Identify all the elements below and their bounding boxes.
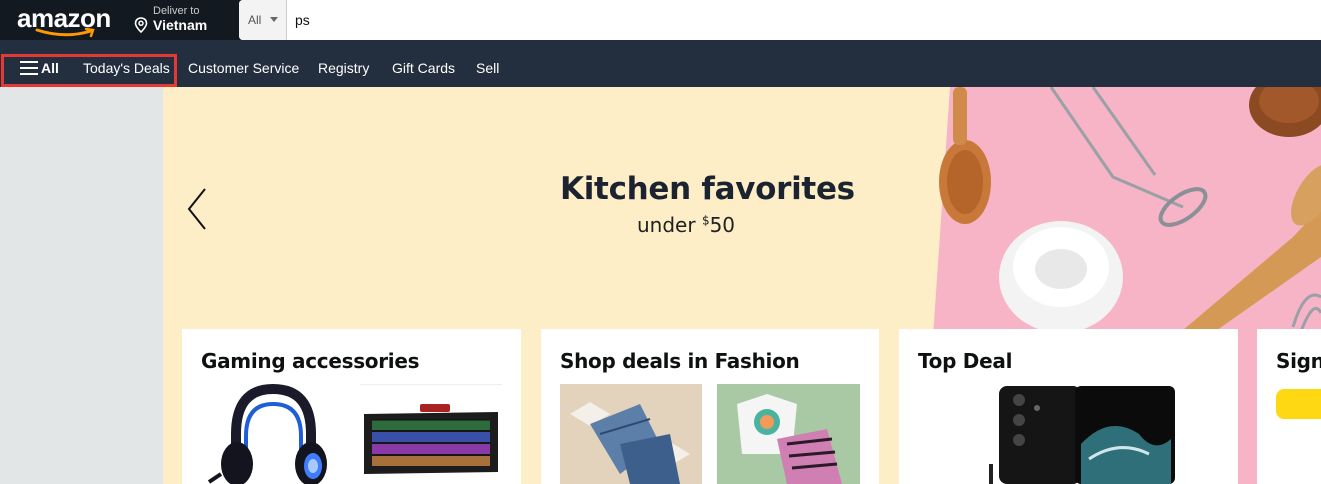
nav-bar: All Today's Deals Customer Service Regis… (0, 40, 1321, 87)
tops-image[interactable] (717, 384, 860, 484)
nav-item-customer-service[interactable]: Customer Service (188, 60, 299, 76)
card-sign-in[interactable]: Sign (1257, 329, 1321, 484)
top-header: amazon Deliver to Vietnam All (0, 0, 1321, 40)
hero-price: 50 (709, 213, 736, 237)
hamburger-menu-icon (20, 61, 38, 75)
nav-item-gift-cards[interactable]: Gift Cards (392, 60, 455, 76)
carousel-prev-icon[interactable] (183, 187, 213, 231)
sign-in-button[interactable] (1276, 389, 1321, 419)
deliver-label: Deliver to (153, 5, 200, 17)
search-category-dropdown[interactable]: All (239, 0, 287, 40)
nav-item-registry[interactable]: Registry (318, 60, 369, 76)
card-top-deal[interactable]: Top Deal (899, 329, 1238, 484)
hero-title: Kitchen favorites (560, 171, 855, 207)
hero-subtitle-prefix: under (637, 213, 702, 237)
card-title: Shop deals in Fashion (560, 349, 800, 373)
deliver-to-location[interactable]: Deliver to Vietnam (134, 5, 230, 35)
logo-smile-icon (35, 28, 95, 38)
card-title: Sign (1276, 349, 1321, 373)
jeans-image[interactable] (560, 384, 702, 484)
card-gaming-accessories[interactable]: Gaming accessories (182, 329, 521, 484)
nav-item-sell[interactable]: Sell (476, 60, 499, 76)
hero-subtitle: under $50 (637, 213, 735, 237)
card-title: Gaming accessories (201, 349, 420, 373)
phone-image[interactable] (989, 384, 1179, 484)
location-pin-icon (134, 17, 148, 33)
caret-down-icon (270, 17, 278, 22)
deliver-location: Vietnam (153, 17, 208, 33)
search-input[interactable] (289, 0, 1309, 40)
card-title: Top Deal (918, 349, 1013, 373)
search-category-label: All (248, 13, 262, 27)
nav-item-todays-deals[interactable]: Today's Deals (83, 60, 170, 76)
kitchen-utensils-image (939, 87, 1321, 347)
headset-image[interactable] (201, 384, 343, 484)
hero-price-symbol: $ (701, 213, 710, 228)
amazon-logo[interactable]: amazon (17, 2, 117, 38)
card-shop-deals-fashion[interactable]: Shop deals in Fashion (541, 329, 879, 484)
keyboard-image[interactable] (360, 384, 502, 484)
all-menu-label: All (41, 60, 59, 76)
search-bar: All (239, 0, 1321, 40)
